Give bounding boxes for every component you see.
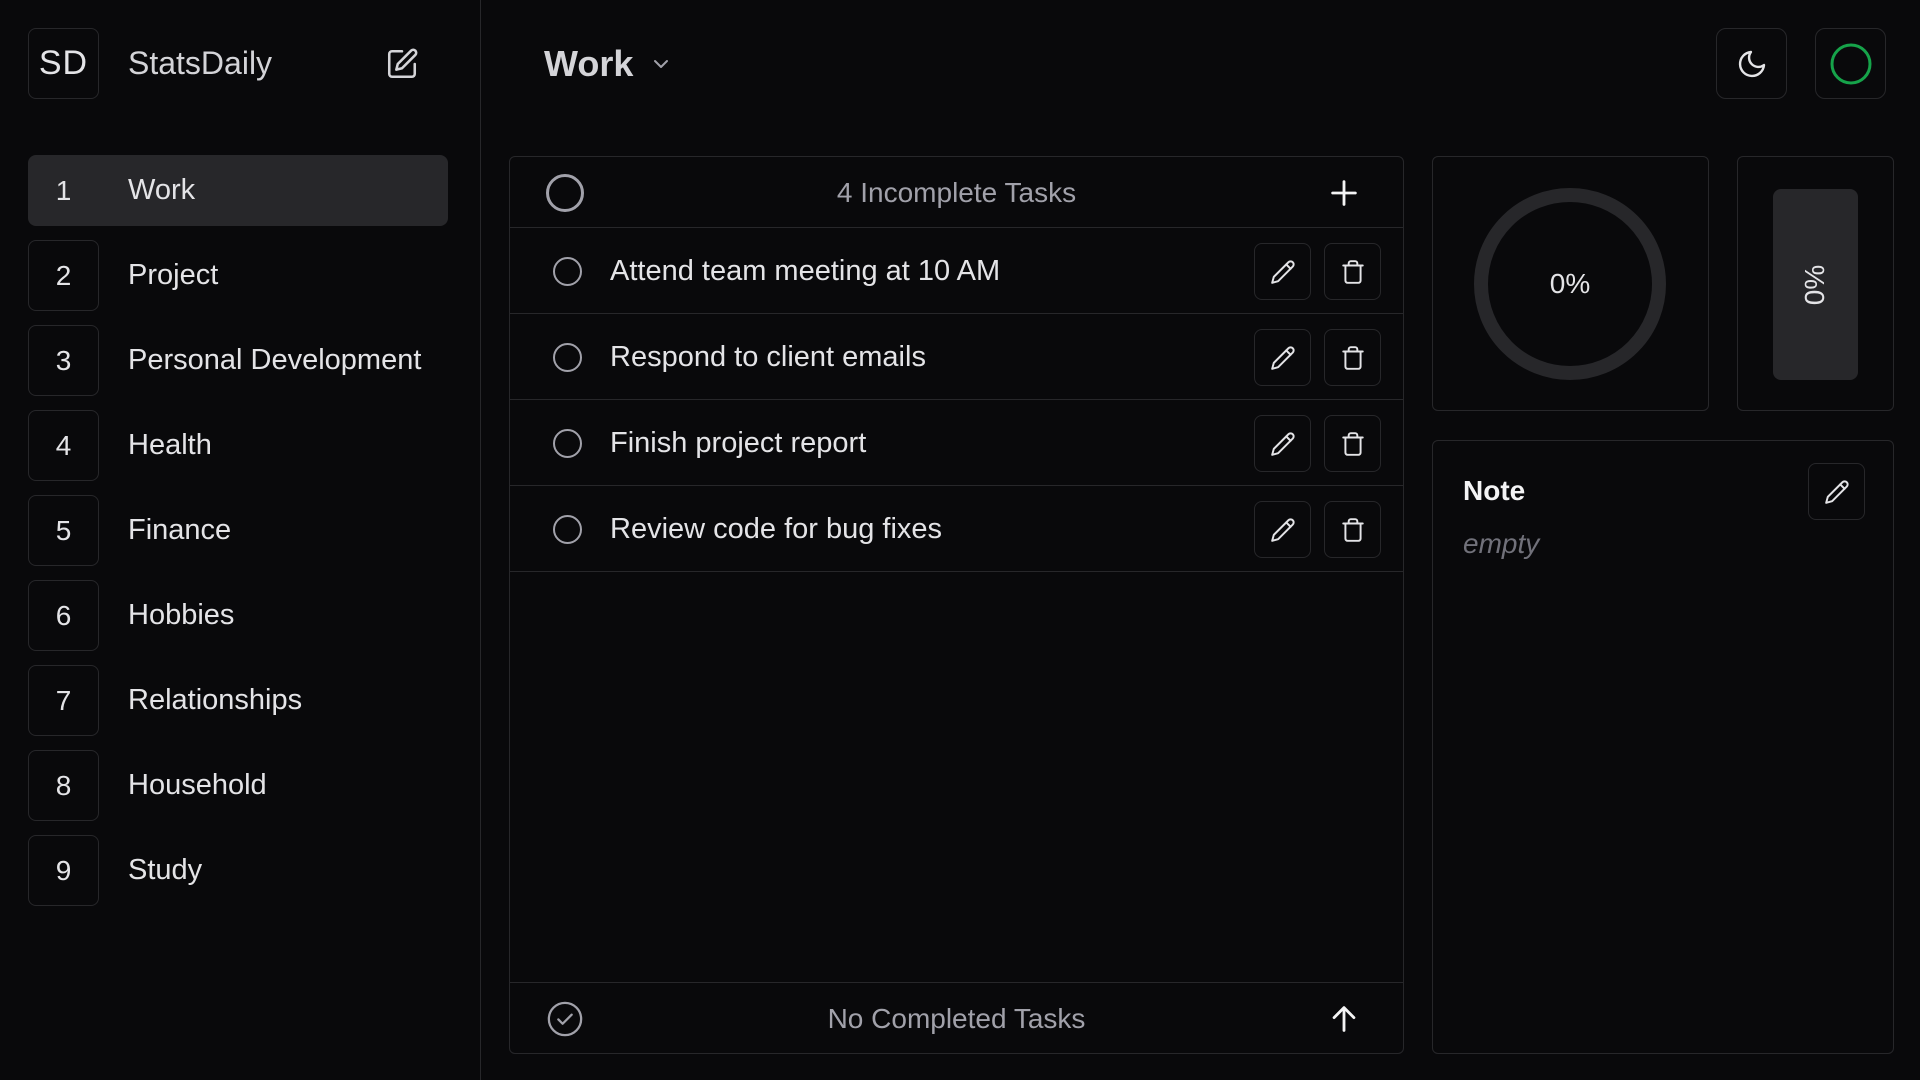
- edit-square-icon: [387, 48, 418, 79]
- sidebar-item-label: Work: [128, 174, 196, 206]
- sidebar-item-project[interactable]: 2 Project: [28, 240, 448, 311]
- progress-ring: 0%: [1471, 185, 1669, 383]
- sidebar-item-label: Health: [128, 429, 212, 461]
- sidebar-item-number: 8: [28, 750, 99, 821]
- sidebar-item-number: 7: [28, 665, 99, 736]
- sidebar-item-study[interactable]: 9 Study: [28, 835, 448, 906]
- trash-icon: [1341, 431, 1364, 456]
- sidebar-item-work[interactable]: 1 Work: [28, 155, 448, 226]
- note-body: empty: [1463, 528, 1540, 559]
- sidebar-item-number: 4: [28, 410, 99, 481]
- task-row: Review code for bug fixes: [510, 486, 1403, 572]
- incomplete-tasks-count: 4 Incomplete Tasks: [836, 177, 1077, 208]
- pencil-icon: [1270, 517, 1295, 542]
- incomplete-tasks-header: 4 Incomplete Tasks: [510, 157, 1403, 228]
- completed-tasks-label: No Completed Tasks: [827, 1003, 1086, 1034]
- task-text: Respond to client emails: [610, 341, 926, 373]
- note-title: Note: [1463, 475, 1526, 506]
- sidebar-item-personal-development[interactable]: 3 Personal Development: [28, 325, 448, 396]
- progress-bar-label-wrap: 0%: [1773, 189, 1858, 380]
- page-title: Work: [544, 42, 634, 84]
- delete-task-button[interactable]: [1324, 329, 1381, 386]
- moon-icon: [1738, 50, 1765, 77]
- sidebar-item-number: 5: [28, 495, 99, 566]
- sidebar: SD StatsDaily 1 Work 2 Project 3 Persona…: [0, 0, 481, 1080]
- progress-ring-card: 0%: [1432, 156, 1709, 411]
- sidebar-item-hobbies[interactable]: 6 Hobbies: [28, 580, 448, 651]
- sidebar-item-label: Household: [128, 769, 267, 801]
- note-card: Note empty: [1432, 440, 1894, 1054]
- trash-icon: [1341, 345, 1364, 370]
- task-checkbox[interactable]: [553, 515, 582, 544]
- task-text: Attend team meeting at 10 AM: [610, 255, 1001, 287]
- completed-tasks-footer[interactable]: No Completed Tasks: [510, 982, 1403, 1053]
- progress-ring-label: 0%: [1549, 268, 1591, 299]
- sidebar-item-relationships[interactable]: 7 Relationships: [28, 665, 448, 736]
- brand-logo: SD: [28, 28, 99, 99]
- category-nav: 1 Work 2 Project 3 Personal Development …: [28, 155, 448, 920]
- edit-task-button[interactable]: [1254, 415, 1311, 472]
- theme-toggle-button[interactable]: [1716, 28, 1787, 99]
- trash-icon: [1341, 517, 1364, 542]
- sidebar-item-number: 2: [28, 240, 99, 311]
- sidebar-item-household[interactable]: 8 Household: [28, 750, 448, 821]
- expand-completed-button[interactable]: [1325, 1000, 1363, 1038]
- sidebar-item-number: 3: [28, 325, 99, 396]
- sidebar-item-label: Study: [128, 854, 203, 886]
- sidebar-item-number: 9: [28, 835, 99, 906]
- delete-task-button[interactable]: [1324, 501, 1381, 558]
- sidebar-item-label: Hobbies: [128, 599, 235, 631]
- task-checkbox[interactable]: [553, 343, 582, 372]
- arrow-up-icon: [1332, 1006, 1356, 1032]
- task-panel: 4 Incomplete Tasks Attend team meeting a…: [509, 156, 1404, 1054]
- task-checkbox[interactable]: [553, 257, 582, 286]
- pencil-icon: [1270, 431, 1295, 456]
- category-title-dropdown[interactable]: Work: [544, 28, 673, 99]
- edit-task-button[interactable]: [1254, 329, 1311, 386]
- delete-task-button[interactable]: [1324, 243, 1381, 300]
- task-text: Review code for bug fixes: [610, 513, 943, 545]
- plus-icon: [1331, 180, 1357, 206]
- brand-name: StatsDaily: [128, 45, 273, 81]
- chevron-down-icon: [654, 59, 669, 68]
- app-root: SD StatsDaily 1 Work 2 Project 3 Persona…: [0, 0, 1920, 1080]
- sidebar-item-number: 1: [55, 174, 72, 206]
- pencil-icon: [1270, 345, 1295, 370]
- edit-note-button[interactable]: [1808, 463, 1865, 520]
- task-row: Respond to client emails: [510, 314, 1403, 400]
- new-category-button[interactable]: [384, 46, 420, 82]
- pencil-icon: [1270, 259, 1295, 284]
- status-button[interactable]: [1815, 28, 1886, 99]
- sidebar-item-label: Project: [128, 259, 219, 291]
- task-row: Finish project report: [510, 400, 1403, 486]
- edit-task-button[interactable]: [1254, 243, 1311, 300]
- pencil-icon: [1824, 479, 1849, 504]
- edit-task-button[interactable]: [1254, 501, 1311, 558]
- brand: SD StatsDaily: [28, 28, 448, 99]
- sidebar-item-number: 6: [28, 580, 99, 651]
- sidebar-item-label: Personal Development: [128, 344, 422, 376]
- progress-bar-label: 0%: [1799, 264, 1831, 305]
- progress-bar-card: 0%: [1737, 156, 1894, 411]
- task-text: Finish project report: [610, 427, 867, 459]
- task-checkbox[interactable]: [553, 429, 582, 458]
- delete-task-button[interactable]: [1324, 415, 1381, 472]
- sidebar-item-label: Finance: [128, 514, 232, 546]
- task-row: Attend team meeting at 10 AM: [510, 228, 1403, 314]
- sidebar-item-health[interactable]: 4 Health: [28, 410, 448, 481]
- add-task-button[interactable]: [1325, 174, 1363, 212]
- status-circle-icon: [1830, 43, 1871, 84]
- sidebar-item-finance[interactable]: 5 Finance: [28, 495, 448, 566]
- sidebar-item-label: Relationships: [128, 684, 303, 716]
- trash-icon: [1341, 259, 1364, 284]
